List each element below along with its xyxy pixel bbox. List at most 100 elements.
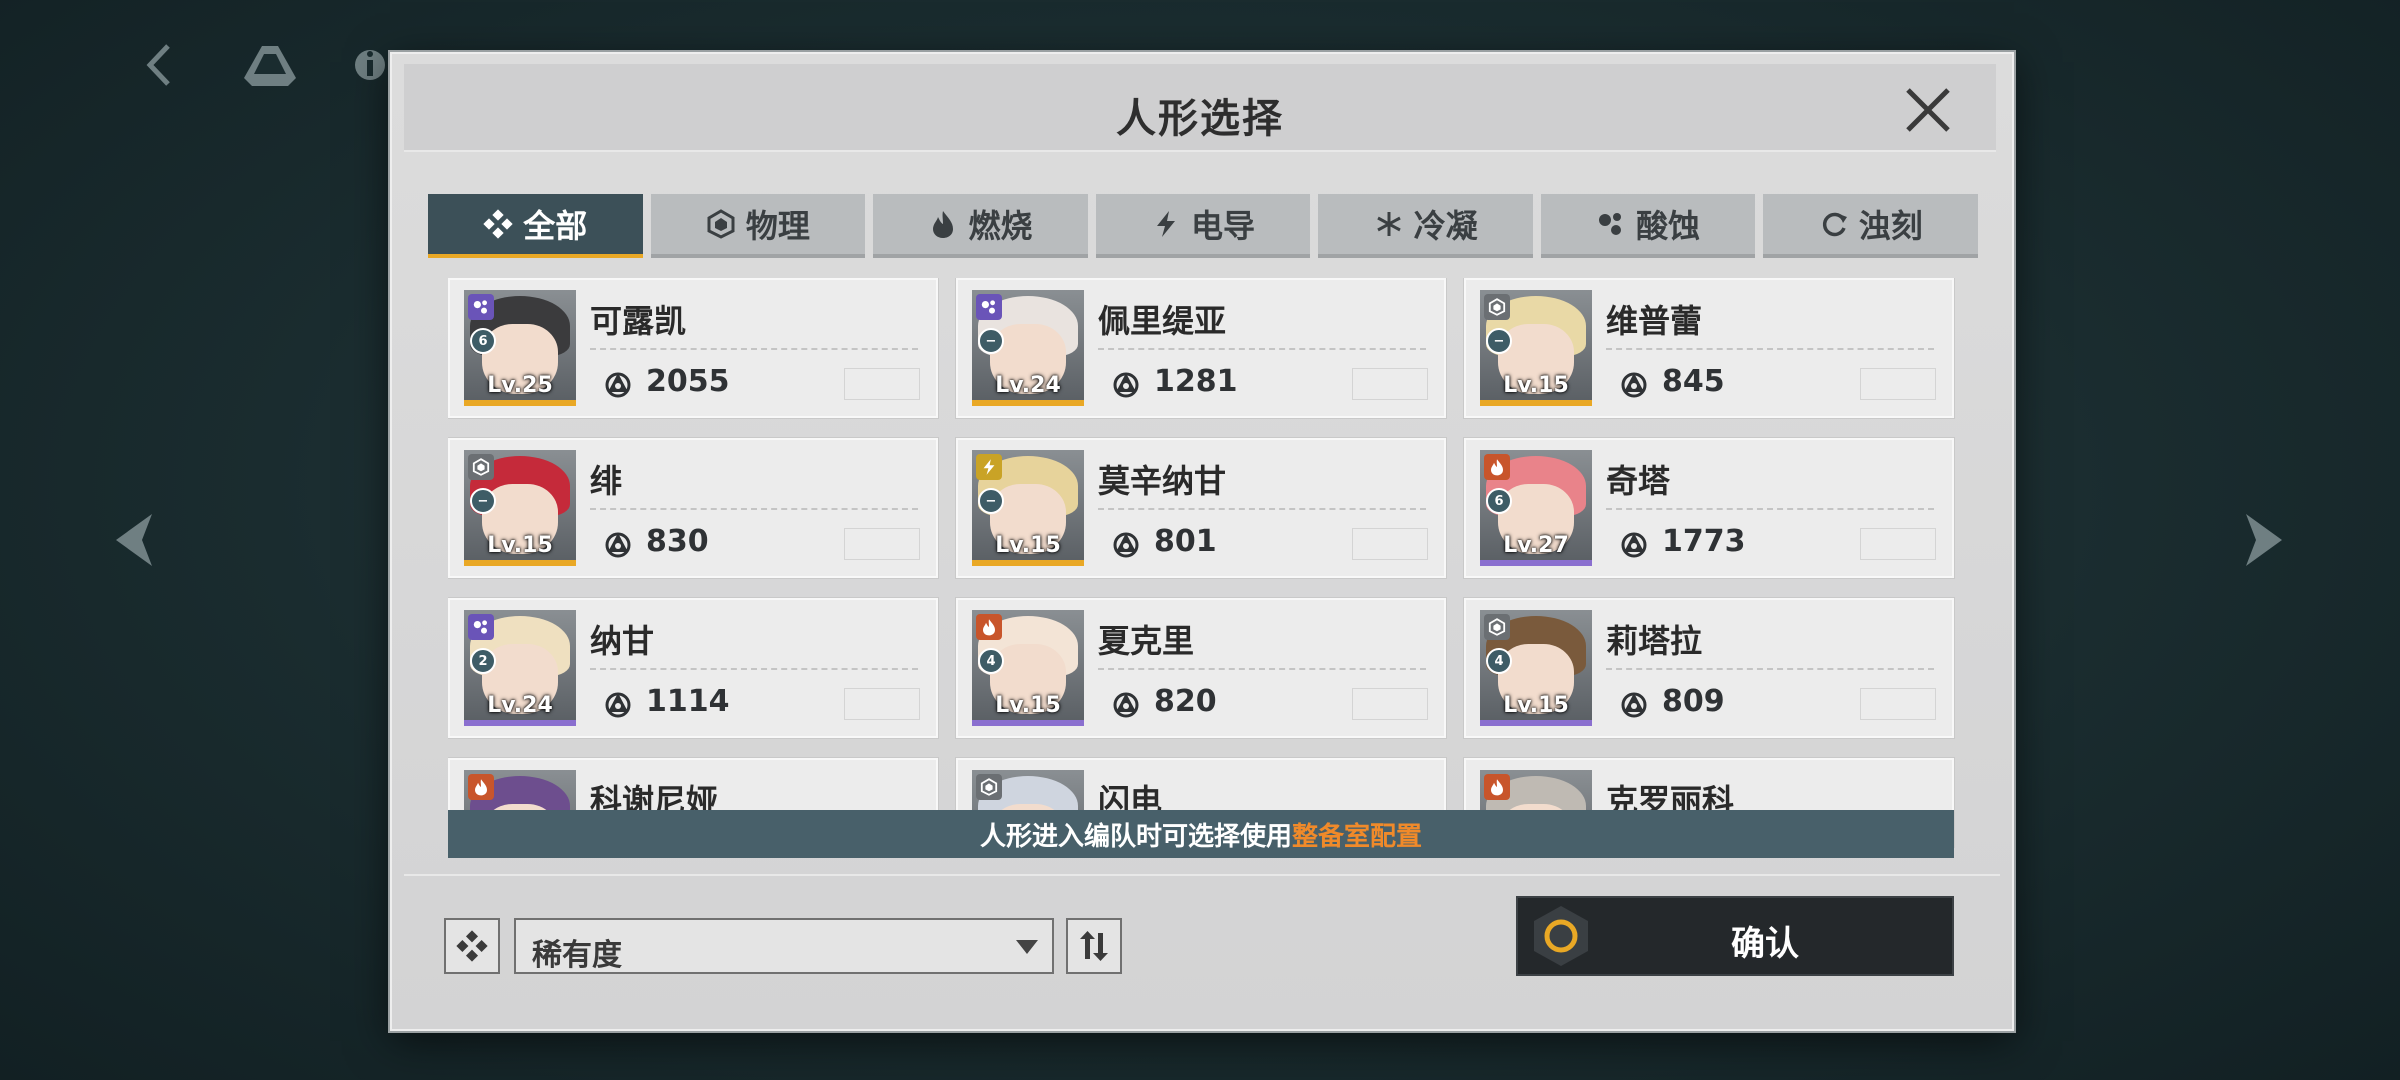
drive-icon[interactable] (242, 40, 298, 90)
character-card[interactable]: 6 Lv.25 可露凯 2055 (448, 278, 938, 418)
character-name: 维普蕾 (1606, 302, 1703, 340)
character-card[interactable]: 6 Lv.27 奇塔 1773 (1464, 438, 1954, 578)
card-serial-stamp (1352, 368, 1428, 400)
rarity-bar (972, 400, 1084, 406)
chevron-down-icon (1016, 940, 1038, 954)
next-arrow-icon[interactable] (2242, 510, 2286, 570)
electric-element-icon (976, 454, 1002, 480)
character-name: 莉塔拉 (1606, 622, 1703, 660)
combat-power-icon (1621, 692, 1647, 718)
tab-label: 电导 (1191, 207, 1256, 245)
dashed-divider (590, 508, 918, 510)
combat-power-value: 801 (1154, 524, 1217, 559)
tab-fire[interactable]: 燃烧 (873, 194, 1088, 258)
filter-button[interactable] (444, 918, 500, 974)
character-card[interactable]: 2 Lv.24 纳甘 1114 (448, 598, 938, 738)
neural-level-badge: 6 (1486, 488, 1512, 514)
all-diamond-icon (483, 209, 513, 239)
close-icon[interactable] (1900, 82, 1956, 138)
lightning-icon (1157, 211, 1176, 237)
card-serial-stamp (1860, 528, 1936, 560)
confirm-button[interactable]: 确认 (1516, 896, 1954, 976)
character-portrait: 4 Lv.15 (1480, 610, 1592, 726)
character-card[interactable]: − Lv.15 维普蕾 845 (1464, 278, 1954, 418)
acid-drops-icon (1599, 213, 1622, 235)
snowflake-icon (1376, 212, 1401, 236)
dashed-divider (1606, 348, 1934, 350)
rarity-bar (972, 560, 1084, 566)
character-select-dialog: 人形选择 全部 物理 燃烧 电导 冷凝 酸蚀 浊刻 6 Lv.25 可露凯 20… (390, 52, 2014, 1031)
neural-level-badge: 4 (1486, 648, 1512, 674)
combat-power-icon (1621, 372, 1647, 398)
info-icon[interactable] (355, 40, 385, 90)
dashed-divider (1098, 508, 1426, 510)
character-name: 纳甘 (590, 622, 655, 660)
tab-freeze[interactable]: 冷凝 (1318, 194, 1533, 258)
character-card[interactable]: − Lv.24 佩里缇亚 1281 (956, 278, 1446, 418)
character-portrait: 4 Lv.15 (972, 610, 1084, 726)
combat-power-value: 1281 (1154, 364, 1238, 399)
physical-element-icon (1484, 614, 1510, 640)
acid-element-icon (468, 294, 494, 320)
character-card[interactable]: 4 Lv.15 莉塔拉 809 (1464, 598, 1954, 738)
character-name: 夏克里 (1098, 622, 1195, 660)
combat-power-icon (605, 692, 631, 718)
card-serial-stamp (1352, 688, 1428, 720)
combat-power-icon (605, 372, 631, 398)
filter-diamond-icon (456, 930, 488, 962)
tab-corrosion[interactable]: 浊刻 (1763, 194, 1979, 258)
character-portrait: − Lv.24 (972, 290, 1084, 406)
combat-power-value: 1773 (1662, 524, 1746, 559)
character-card[interactable]: − Lv.15 绯 830 (448, 438, 938, 578)
rarity-bar (464, 720, 576, 726)
tab-electric[interactable]: 电导 (1095, 194, 1311, 258)
combat-power-value: 830 (646, 524, 709, 559)
footer-divider (404, 874, 2000, 876)
character-list[interactable]: 6 Lv.25 可露凯 2055− Lv.24 佩里缇亚 1281− Lv.15 维普蕾 845−… (448, 278, 1958, 848)
character-level: Lv.15 (487, 533, 553, 558)
physical-element-icon (976, 774, 1002, 800)
character-card[interactable]: − Lv.15 莫辛纳甘 801 (956, 438, 1446, 578)
acid-element-icon (468, 614, 494, 640)
notice-highlight-link[interactable]: 整备室配置 (1292, 816, 1422, 853)
character-level: Lv.15 (995, 533, 1061, 558)
character-name: 莫辛纳甘 (1098, 462, 1227, 500)
notice-text: 人形进入编队时可选择使用 (979, 821, 1292, 852)
tab-label: 冷凝 (1413, 207, 1478, 245)
character-level: Lv.15 (1503, 373, 1569, 398)
sort-order-icon (1080, 931, 1108, 961)
neural-level-badge: 2 (470, 648, 496, 674)
sort-dropdown[interactable]: 稀有度 (514, 918, 1054, 974)
character-level: Lv.15 (1503, 693, 1569, 718)
neural-level-badge: 6 (470, 328, 496, 354)
back-icon[interactable] (140, 40, 180, 90)
sort-order-toggle-button[interactable] (1066, 918, 1122, 974)
tab-all[interactable]: 全部 (428, 194, 643, 258)
combat-power-value: 845 (1662, 364, 1725, 399)
prev-arrow-icon[interactable] (112, 510, 156, 570)
character-name: 可露凯 (590, 302, 687, 340)
character-level: Lv.24 (487, 693, 553, 718)
rarity-bar (1480, 400, 1592, 406)
character-portrait: − Lv.15 (464, 450, 576, 566)
confirm-label: 确认 (1731, 924, 1799, 964)
dialog-header: 人形选择 (404, 64, 1996, 152)
dashed-divider (1098, 348, 1426, 350)
combat-power-value: 820 (1154, 684, 1217, 719)
card-serial-stamp (844, 528, 920, 560)
character-card[interactable]: 4 Lv.15 夏克里 820 (956, 598, 1446, 738)
tab-acid[interactable]: 酸蚀 (1540, 194, 1756, 258)
physical-hex-icon (707, 209, 735, 239)
acid-element-icon (976, 294, 1002, 320)
card-serial-stamp (1860, 688, 1936, 720)
neural-level-badge: 4 (978, 648, 1004, 674)
dashed-divider (1606, 508, 1934, 510)
physical-element-icon (1484, 294, 1510, 320)
character-name: 奇塔 (1606, 462, 1671, 500)
character-portrait: 2 Lv.24 (464, 610, 576, 726)
combat-power-value: 809 (1662, 684, 1725, 719)
tab-physical[interactable]: 物理 (650, 194, 866, 258)
formation-notice: 人形进入编队时可选择使用 整备室配置 (448, 810, 1954, 858)
neural-level-badge: − (978, 328, 1004, 354)
fire-element-icon (468, 774, 494, 800)
